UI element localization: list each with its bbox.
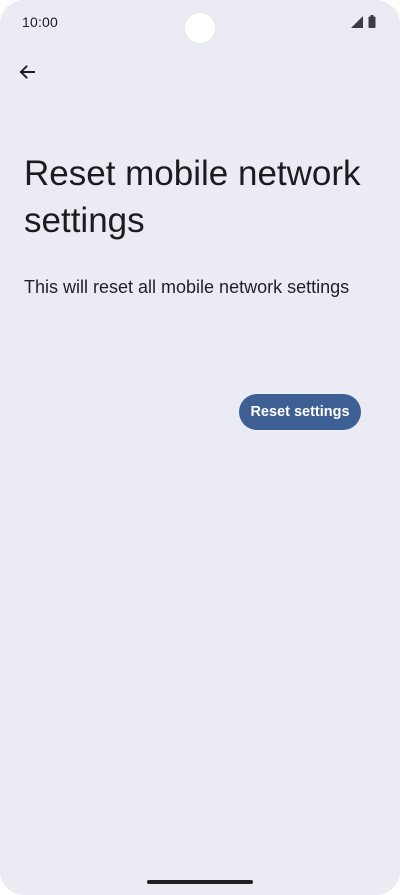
arrow-back-icon: [18, 63, 36, 86]
phone-screen: 10:00 Reset mobile network settings This…: [0, 0, 400, 895]
camera-cutout: [185, 13, 215, 43]
page-title: Reset mobile network settings: [24, 154, 361, 240]
battery-icon: [368, 15, 376, 33]
status-icons: [351, 15, 376, 33]
status-bar: 10:00: [0, 0, 400, 44]
back-button[interactable]: [12, 59, 42, 89]
home-indicator[interactable]: [147, 880, 253, 884]
signal-icon: [351, 15, 363, 33]
page-description: This will reset all mobile network setti…: [24, 277, 350, 297]
status-time: 10:00: [22, 14, 59, 30]
reset-settings-button[interactable]: Reset settings: [239, 394, 361, 430]
